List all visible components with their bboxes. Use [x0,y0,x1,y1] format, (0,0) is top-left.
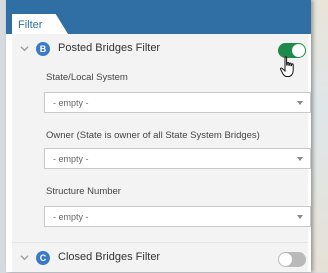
filter-badge-icon: C [36,251,50,265]
state-local-system-label: State/Local System [46,72,128,83]
filter-badge-icon: B [36,42,50,56]
caret-down-icon [297,215,303,219]
closed-bridges-filter-header[interactable]: C Closed Bridges Filter [12,243,308,273]
section-title: Closed Bridges Filter [58,251,161,263]
posted-bridges-filter-header[interactable]: B Posted Bridges Filter [12,34,308,64]
caret-down-icon [297,157,303,161]
select-value: - empty - [53,212,89,222]
select-value: - empty - [53,154,89,164]
panel-header: Filter [6,0,311,34]
filter-panel: Filter B Posted Bridges Filter State/Loc… [6,0,311,272]
section-title: Posted Bridges Filter [58,42,161,54]
caret-down-icon [297,101,303,105]
hand-pointer-icon [279,56,294,77]
closed-filter-toggle[interactable] [278,252,306,267]
owner-label: Owner (State is owner of all State Syste… [46,130,260,141]
posted-bridges-filter-section: B Posted Bridges Filter State/Local Syst… [12,34,311,243]
closed-bridges-filter-section: C Closed Bridges Filter [12,243,308,272]
tab-filter[interactable]: Filter [12,14,68,34]
structure-number-label: Structure Number [46,186,121,197]
owner-select[interactable]: - empty - [44,148,311,169]
chevron-down-icon[interactable] [20,44,29,53]
select-value: - empty - [53,98,89,108]
chevron-down-icon[interactable] [20,253,29,262]
toggle-knob [279,253,292,266]
structure-number-select[interactable]: - empty - [44,206,311,227]
state-local-system-select[interactable]: - empty - [44,92,311,113]
